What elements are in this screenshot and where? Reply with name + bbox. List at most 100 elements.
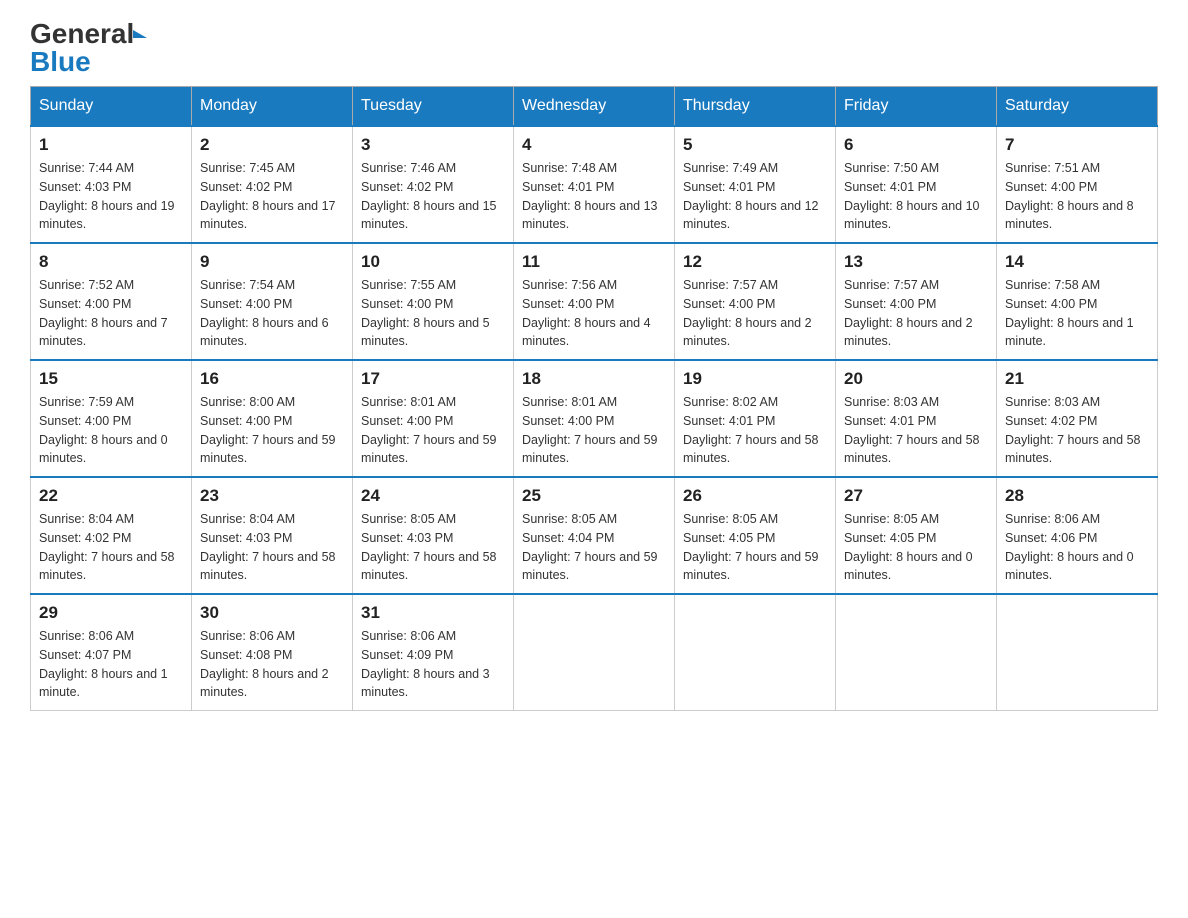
calendar-cell: 19 Sunrise: 8:02 AM Sunset: 4:01 PM Dayl… xyxy=(675,360,836,477)
calendar-cell: 2 Sunrise: 7:45 AM Sunset: 4:02 PM Dayli… xyxy=(192,126,353,243)
calendar-cell: 14 Sunrise: 7:58 AM Sunset: 4:00 PM Dayl… xyxy=(997,243,1158,360)
day-number: 31 xyxy=(361,603,505,623)
day-info: Sunrise: 8:04 AM Sunset: 4:03 PM Dayligh… xyxy=(200,510,344,585)
day-number: 1 xyxy=(39,135,183,155)
calendar-cell: 22 Sunrise: 8:04 AM Sunset: 4:02 PM Dayl… xyxy=(31,477,192,594)
calendar-cell: 16 Sunrise: 8:00 AM Sunset: 4:00 PM Dayl… xyxy=(192,360,353,477)
calendar-week-row: 1 Sunrise: 7:44 AM Sunset: 4:03 PM Dayli… xyxy=(31,126,1158,243)
day-info: Sunrise: 8:06 AM Sunset: 4:09 PM Dayligh… xyxy=(361,627,505,702)
calendar-cell: 30 Sunrise: 8:06 AM Sunset: 4:08 PM Dayl… xyxy=(192,594,353,711)
calendar-header-friday: Friday xyxy=(836,87,997,127)
calendar-header-monday: Monday xyxy=(192,87,353,127)
calendar-week-row: 15 Sunrise: 7:59 AM Sunset: 4:00 PM Dayl… xyxy=(31,360,1158,477)
calendar-header-row: SundayMondayTuesdayWednesdayThursdayFrid… xyxy=(31,87,1158,127)
calendar-cell: 5 Sunrise: 7:49 AM Sunset: 4:01 PM Dayli… xyxy=(675,126,836,243)
day-info: Sunrise: 8:02 AM Sunset: 4:01 PM Dayligh… xyxy=(683,393,827,468)
day-info: Sunrise: 7:52 AM Sunset: 4:00 PM Dayligh… xyxy=(39,276,183,351)
calendar-header-tuesday: Tuesday xyxy=(353,87,514,127)
day-number: 15 xyxy=(39,369,183,389)
calendar-cell: 24 Sunrise: 8:05 AM Sunset: 4:03 PM Dayl… xyxy=(353,477,514,594)
day-number: 9 xyxy=(200,252,344,272)
calendar-cell: 6 Sunrise: 7:50 AM Sunset: 4:01 PM Dayli… xyxy=(836,126,997,243)
calendar-header-wednesday: Wednesday xyxy=(514,87,675,127)
day-number: 30 xyxy=(200,603,344,623)
calendar-cell xyxy=(997,594,1158,711)
day-info: Sunrise: 8:01 AM Sunset: 4:00 PM Dayligh… xyxy=(361,393,505,468)
day-number: 5 xyxy=(683,135,827,155)
day-info: Sunrise: 8:05 AM Sunset: 4:05 PM Dayligh… xyxy=(844,510,988,585)
day-info: Sunrise: 7:50 AM Sunset: 4:01 PM Dayligh… xyxy=(844,159,988,234)
day-number: 6 xyxy=(844,135,988,155)
calendar-cell: 31 Sunrise: 8:06 AM Sunset: 4:09 PM Dayl… xyxy=(353,594,514,711)
day-number: 11 xyxy=(522,252,666,272)
day-info: Sunrise: 8:03 AM Sunset: 4:02 PM Dayligh… xyxy=(1005,393,1149,468)
day-info: Sunrise: 7:46 AM Sunset: 4:02 PM Dayligh… xyxy=(361,159,505,234)
day-info: Sunrise: 7:56 AM Sunset: 4:00 PM Dayligh… xyxy=(522,276,666,351)
day-info: Sunrise: 8:03 AM Sunset: 4:01 PM Dayligh… xyxy=(844,393,988,468)
day-number: 13 xyxy=(844,252,988,272)
calendar-cell: 25 Sunrise: 8:05 AM Sunset: 4:04 PM Dayl… xyxy=(514,477,675,594)
day-number: 7 xyxy=(1005,135,1149,155)
day-number: 16 xyxy=(200,369,344,389)
calendar-cell: 11 Sunrise: 7:56 AM Sunset: 4:00 PM Dayl… xyxy=(514,243,675,360)
day-info: Sunrise: 8:06 AM Sunset: 4:07 PM Dayligh… xyxy=(39,627,183,702)
calendar-header-thursday: Thursday xyxy=(675,87,836,127)
calendar-cell: 12 Sunrise: 7:57 AM Sunset: 4:00 PM Dayl… xyxy=(675,243,836,360)
calendar-cell: 13 Sunrise: 7:57 AM Sunset: 4:00 PM Dayl… xyxy=(836,243,997,360)
calendar-cell: 28 Sunrise: 8:06 AM Sunset: 4:06 PM Dayl… xyxy=(997,477,1158,594)
day-number: 8 xyxy=(39,252,183,272)
day-number: 18 xyxy=(522,369,666,389)
calendar-week-row: 22 Sunrise: 8:04 AM Sunset: 4:02 PM Dayl… xyxy=(31,477,1158,594)
day-info: Sunrise: 8:05 AM Sunset: 4:03 PM Dayligh… xyxy=(361,510,505,585)
day-number: 25 xyxy=(522,486,666,506)
day-info: Sunrise: 7:58 AM Sunset: 4:00 PM Dayligh… xyxy=(1005,276,1149,351)
day-info: Sunrise: 8:01 AM Sunset: 4:00 PM Dayligh… xyxy=(522,393,666,468)
calendar-cell: 1 Sunrise: 7:44 AM Sunset: 4:03 PM Dayli… xyxy=(31,126,192,243)
calendar-cell xyxy=(836,594,997,711)
calendar-cell: 10 Sunrise: 7:55 AM Sunset: 4:00 PM Dayl… xyxy=(353,243,514,360)
calendar-table: SundayMondayTuesdayWednesdayThursdayFrid… xyxy=(30,86,1158,711)
calendar-cell: 26 Sunrise: 8:05 AM Sunset: 4:05 PM Dayl… xyxy=(675,477,836,594)
day-info: Sunrise: 7:57 AM Sunset: 4:00 PM Dayligh… xyxy=(683,276,827,351)
day-number: 26 xyxy=(683,486,827,506)
logo-general-text: General xyxy=(30,20,134,48)
day-number: 2 xyxy=(200,135,344,155)
day-info: Sunrise: 7:49 AM Sunset: 4:01 PM Dayligh… xyxy=(683,159,827,234)
day-info: Sunrise: 8:06 AM Sunset: 4:08 PM Dayligh… xyxy=(200,627,344,702)
calendar-week-row: 8 Sunrise: 7:52 AM Sunset: 4:00 PM Dayli… xyxy=(31,243,1158,360)
day-number: 14 xyxy=(1005,252,1149,272)
day-info: Sunrise: 7:45 AM Sunset: 4:02 PM Dayligh… xyxy=(200,159,344,234)
day-info: Sunrise: 7:48 AM Sunset: 4:01 PM Dayligh… xyxy=(522,159,666,234)
calendar-cell xyxy=(675,594,836,711)
day-info: Sunrise: 8:05 AM Sunset: 4:05 PM Dayligh… xyxy=(683,510,827,585)
day-number: 20 xyxy=(844,369,988,389)
calendar-cell: 21 Sunrise: 8:03 AM Sunset: 4:02 PM Dayl… xyxy=(997,360,1158,477)
calendar-cell: 23 Sunrise: 8:04 AM Sunset: 4:03 PM Dayl… xyxy=(192,477,353,594)
calendar-cell: 27 Sunrise: 8:05 AM Sunset: 4:05 PM Dayl… xyxy=(836,477,997,594)
day-info: Sunrise: 8:06 AM Sunset: 4:06 PM Dayligh… xyxy=(1005,510,1149,585)
logo: General Blue xyxy=(30,20,144,76)
day-info: Sunrise: 8:05 AM Sunset: 4:04 PM Dayligh… xyxy=(522,510,666,585)
calendar-week-row: 29 Sunrise: 8:06 AM Sunset: 4:07 PM Dayl… xyxy=(31,594,1158,711)
day-info: Sunrise: 7:57 AM Sunset: 4:00 PM Dayligh… xyxy=(844,276,988,351)
day-number: 22 xyxy=(39,486,183,506)
day-number: 19 xyxy=(683,369,827,389)
calendar-cell xyxy=(514,594,675,711)
calendar-cell: 4 Sunrise: 7:48 AM Sunset: 4:01 PM Dayli… xyxy=(514,126,675,243)
calendar-cell: 8 Sunrise: 7:52 AM Sunset: 4:00 PM Dayli… xyxy=(31,243,192,360)
day-number: 21 xyxy=(1005,369,1149,389)
day-number: 29 xyxy=(39,603,183,623)
logo-triangle-icon xyxy=(133,30,147,38)
day-info: Sunrise: 7:51 AM Sunset: 4:00 PM Dayligh… xyxy=(1005,159,1149,234)
day-number: 4 xyxy=(522,135,666,155)
calendar-cell: 18 Sunrise: 8:01 AM Sunset: 4:00 PM Dayl… xyxy=(514,360,675,477)
calendar-cell: 29 Sunrise: 8:06 AM Sunset: 4:07 PM Dayl… xyxy=(31,594,192,711)
calendar-cell: 20 Sunrise: 8:03 AM Sunset: 4:01 PM Dayl… xyxy=(836,360,997,477)
day-number: 27 xyxy=(844,486,988,506)
day-number: 10 xyxy=(361,252,505,272)
day-number: 23 xyxy=(200,486,344,506)
calendar-cell: 17 Sunrise: 8:01 AM Sunset: 4:00 PM Dayl… xyxy=(353,360,514,477)
day-info: Sunrise: 7:44 AM Sunset: 4:03 PM Dayligh… xyxy=(39,159,183,234)
day-number: 28 xyxy=(1005,486,1149,506)
day-number: 3 xyxy=(361,135,505,155)
